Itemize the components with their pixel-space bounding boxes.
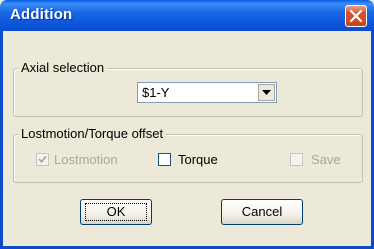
lostmotion-label: Lostmotion	[54, 152, 118, 167]
cancel-button[interactable]: Cancel	[221, 199, 303, 225]
close-icon	[350, 10, 362, 22]
cancel-button-label: Cancel	[241, 204, 283, 219]
close-button[interactable]	[345, 5, 367, 27]
axial-selection-legend: Axial selection	[18, 60, 108, 75]
offset-group-legend: Lostmotion/Torque offset	[18, 126, 167, 141]
ok-button[interactable]: OK	[80, 199, 152, 225]
dialog-window: Addition Axial selection $1-Y Lostmotion…	[0, 0, 374, 249]
ok-focus-rect	[85, 203, 147, 221]
window-title: Addition	[10, 6, 73, 23]
save-checkbox[interactable]	[290, 153, 303, 166]
title-bar[interactable]: Addition	[0, 0, 374, 31]
axis-select-value: $1-Y	[142, 85, 170, 100]
checkmark-icon	[38, 155, 47, 164]
torque-checkbox[interactable]	[158, 153, 171, 166]
axis-select-dropdown-button[interactable]	[258, 84, 275, 101]
save-label: Save	[311, 152, 341, 167]
window-frame-left	[0, 31, 3, 249]
lostmotion-checkbox[interactable]	[36, 153, 49, 166]
axis-select[interactable]: $1-Y	[137, 82, 277, 103]
torque-label: Torque	[178, 152, 218, 167]
chevron-down-icon	[262, 90, 271, 95]
